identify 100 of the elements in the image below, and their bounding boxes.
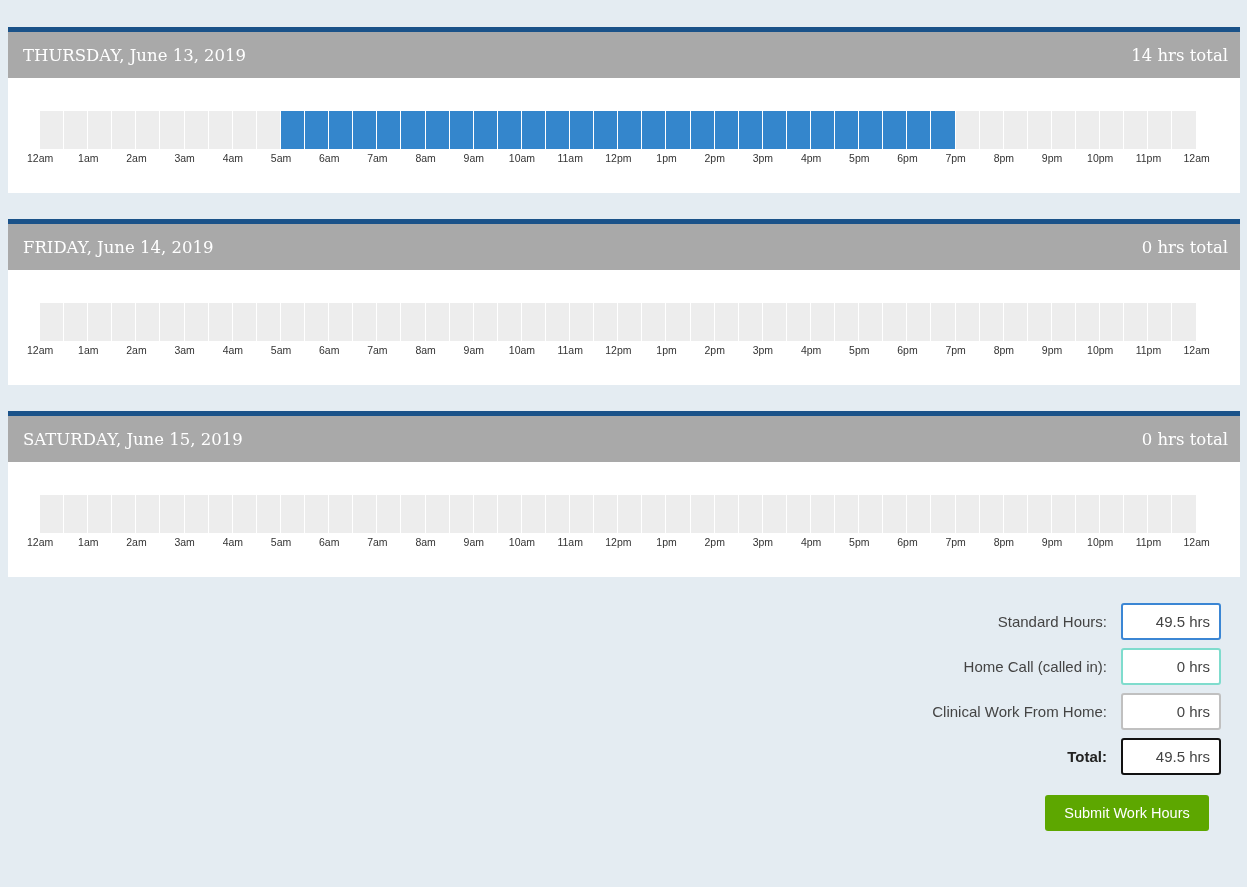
- hour-label: 10am: [507, 152, 537, 164]
- hour-label: 12am: [25, 344, 55, 356]
- hour-label: 8pm: [992, 152, 1016, 164]
- hour-slot[interactable]: [690, 111, 714, 149]
- hour-label: 2am: [125, 536, 148, 548]
- hour-slot[interactable]: [473, 111, 497, 149]
- hour-label: 5pm: [848, 152, 871, 164]
- hour-label: 4pm: [799, 344, 823, 356]
- hour-label: 5pm: [848, 344, 871, 356]
- hour-label: 9pm: [1040, 152, 1064, 164]
- hour-slot[interactable]: [618, 111, 642, 149]
- hour-label: 2am: [125, 344, 148, 356]
- total-field[interactable]: 49.5 hrs: [1121, 738, 1221, 775]
- hour-slot[interactable]: [545, 111, 570, 149]
- hour-label: 3am: [173, 344, 196, 356]
- hour-label: 12am: [1182, 152, 1211, 164]
- hour-label: 11pm: [1134, 344, 1163, 356]
- hour-label: 8pm: [992, 536, 1016, 548]
- hour-label: 6am: [318, 152, 341, 164]
- hour-slot[interactable]: [786, 111, 810, 149]
- hour-label: 2pm: [703, 152, 726, 164]
- hour-label: 6pm: [896, 344, 919, 356]
- hour-label: 5am: [269, 152, 293, 164]
- hour-slot[interactable]: [762, 111, 786, 149]
- hour-label: 1pm: [655, 536, 678, 548]
- hour-slot[interactable]: [329, 111, 353, 149]
- hour-slot[interactable]: [497, 111, 521, 149]
- hour-label: 8am: [414, 344, 437, 356]
- hour-slot[interactable]: [907, 111, 931, 149]
- hour-label: 3am: [173, 536, 196, 548]
- hour-slot[interactable]: [642, 111, 666, 149]
- hour-label: 7pm: [944, 152, 967, 164]
- hour-label: 6pm: [896, 152, 919, 164]
- hour-label: 10am: [507, 344, 537, 356]
- hour-slot[interactable]: [449, 111, 473, 149]
- hour-label: 7am: [366, 344, 389, 356]
- hour-slot[interactable]: [425, 111, 449, 149]
- day-title: SATURDAY, June 15, 2019: [23, 429, 243, 449]
- hour-label: 8am: [414, 152, 437, 164]
- field-label: Clinical Work From Home:: [932, 703, 1107, 720]
- hour-label: 10am: [507, 536, 537, 548]
- hour-label: 9am: [462, 536, 485, 548]
- hour-label: 11am: [556, 152, 584, 164]
- hour-label: 12am: [1182, 536, 1211, 548]
- hour-slot[interactable]: [570, 111, 594, 149]
- field-label: Home Call (called in):: [963, 658, 1107, 675]
- hour-slot[interactable]: [377, 111, 401, 149]
- hour-label: 5am: [269, 536, 293, 548]
- hour-slot[interactable]: [353, 111, 377, 149]
- hour-label: 9pm: [1040, 536, 1064, 548]
- hour-slot[interactable]: [714, 111, 738, 149]
- hours-field[interactable]: 0 hrs: [1121, 648, 1221, 685]
- hour-slot[interactable]: [305, 111, 329, 149]
- day-title: THURSDAY, June 13, 2019: [23, 45, 247, 65]
- hour-label: 7pm: [944, 536, 967, 548]
- hour-label: 10pm: [1086, 536, 1115, 548]
- hour-label: 6am: [318, 536, 341, 548]
- hour-label: 4pm: [799, 536, 823, 548]
- hour-label: 1am: [77, 344, 100, 356]
- hours-field[interactable]: 0 hrs: [1121, 693, 1221, 730]
- hour-slot[interactable]: [811, 111, 835, 149]
- hour-label: 11pm: [1134, 536, 1163, 548]
- day-total: 14 hrs total: [1131, 45, 1228, 65]
- hour-label: 11am: [556, 344, 584, 356]
- hour-slot[interactable]: [883, 111, 907, 149]
- hour-label: 5am: [269, 344, 293, 356]
- hour-label: 6pm: [896, 536, 919, 548]
- hour-label: 1pm: [655, 344, 678, 356]
- hour-label: 4am: [221, 152, 245, 164]
- hour-label: 12pm: [604, 536, 633, 548]
- hour-label: 2am: [125, 152, 148, 164]
- hour-slot[interactable]: [280, 111, 305, 149]
- hour-slot[interactable]: [738, 111, 762, 149]
- hour-label: 2pm: [703, 536, 726, 548]
- hour-label: 3pm: [751, 152, 775, 164]
- day-title: FRIDAY, June 14, 2019: [23, 237, 214, 257]
- hour-label: 12am: [1182, 344, 1211, 356]
- hour-label: 7pm: [944, 344, 967, 356]
- hour-slot[interactable]: [859, 111, 883, 149]
- hour-label: 4pm: [799, 152, 823, 164]
- hour-label: 4am: [221, 344, 245, 356]
- hour-label: 3pm: [751, 344, 775, 356]
- field-label: Total:: [1067, 748, 1107, 765]
- hour-slot[interactable]: [835, 111, 859, 149]
- hour-label: 3am: [173, 152, 196, 164]
- hour-label: 8am: [414, 536, 437, 548]
- hour-label: 8pm: [992, 344, 1016, 356]
- hour-label: 11am: [556, 536, 584, 548]
- hour-label: 9am: [462, 152, 485, 164]
- hours-field[interactable]: 49.5 hrs: [1121, 603, 1221, 640]
- hour-label: 9pm: [1040, 344, 1064, 356]
- hour-label: 12pm: [604, 344, 633, 356]
- hour-slot[interactable]: [521, 111, 545, 149]
- hour-slot[interactable]: [594, 111, 618, 149]
- hour-label: 10pm: [1086, 344, 1115, 356]
- hour-label: 12pm: [604, 152, 633, 164]
- hour-label: 6am: [318, 344, 341, 356]
- hour-label: 7am: [366, 536, 389, 548]
- field-label: Standard Hours:: [997, 613, 1107, 630]
- hour-label: 9am: [462, 344, 485, 356]
